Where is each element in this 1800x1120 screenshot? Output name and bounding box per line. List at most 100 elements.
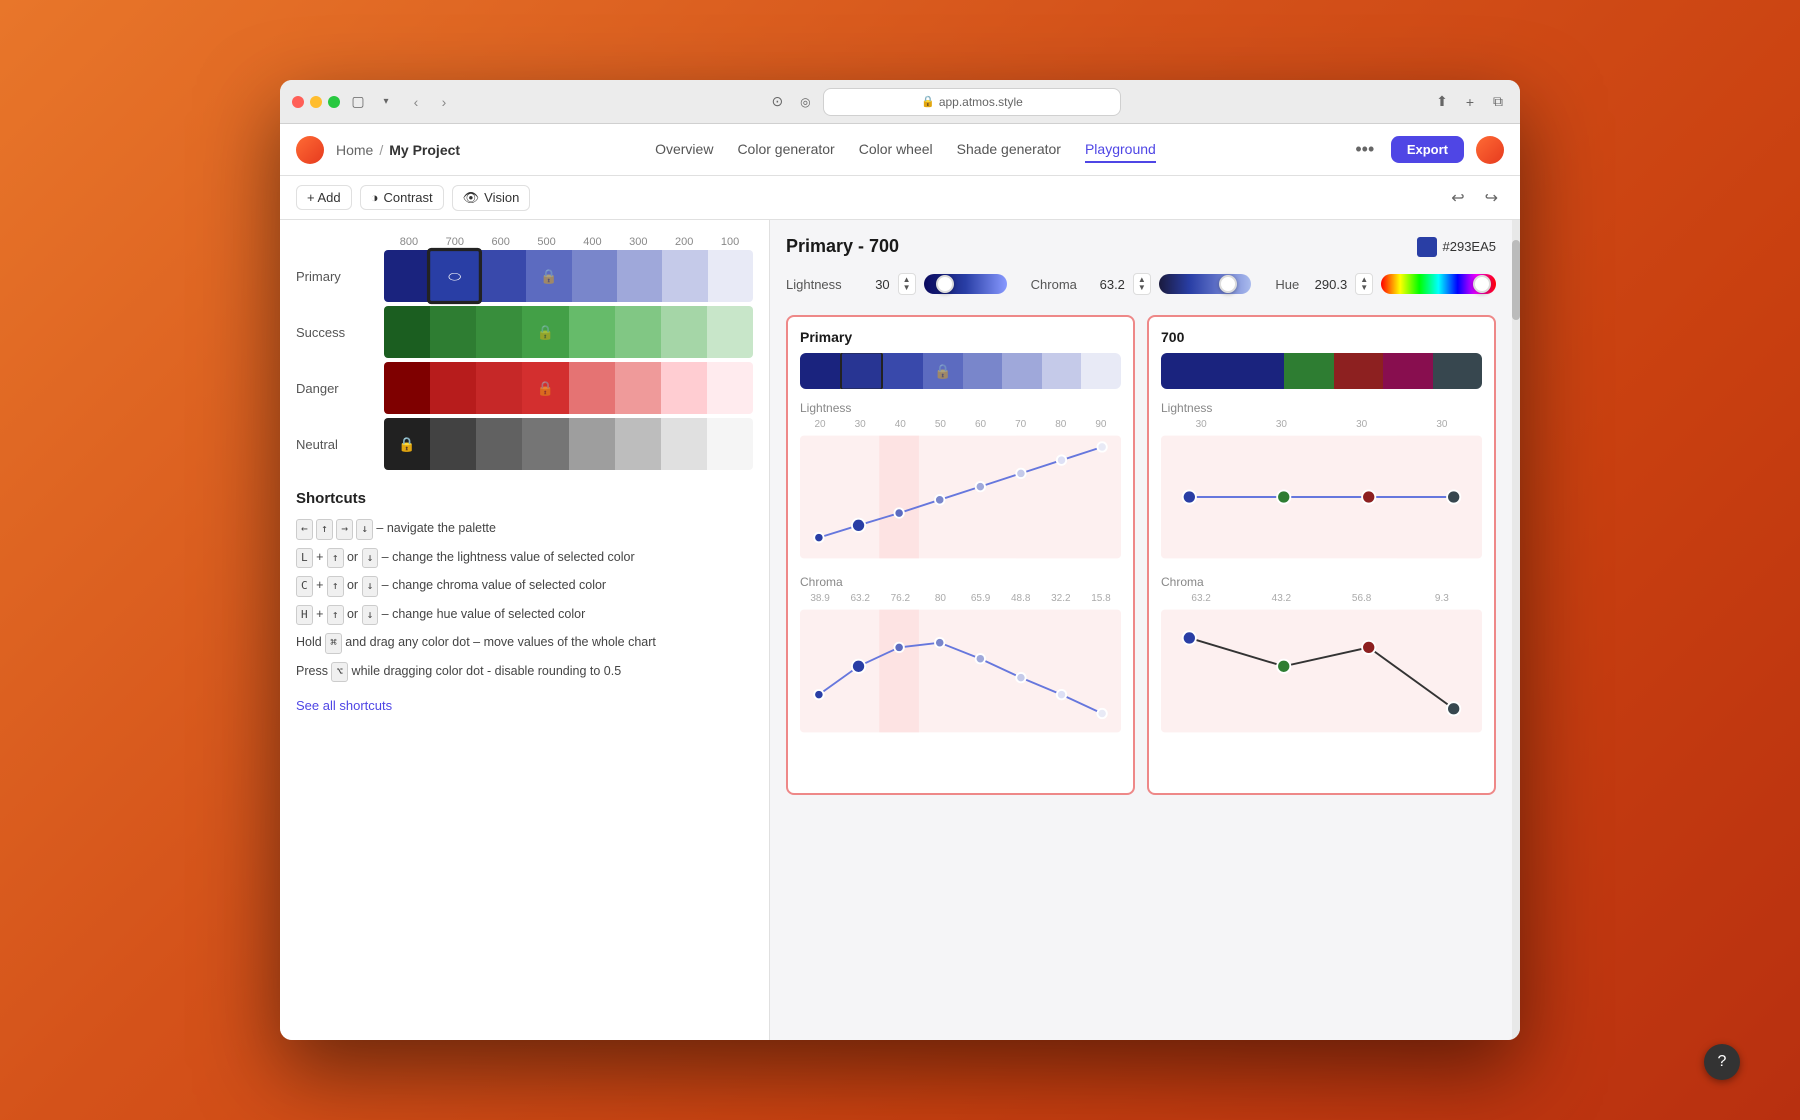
primary-100[interactable] bbox=[708, 250, 753, 302]
address-bar[interactable]: 🔒 app.atmos.style bbox=[823, 88, 1120, 116]
swatch-p2[interactable] bbox=[840, 353, 884, 389]
swatch-p7[interactable] bbox=[1042, 353, 1082, 389]
hue-down[interactable]: ▼ bbox=[1360, 284, 1368, 292]
back-button[interactable]: ‹ bbox=[404, 90, 428, 114]
windows-icon[interactable]: ⧉ bbox=[1488, 92, 1508, 112]
neutral-600[interactable] bbox=[476, 418, 522, 470]
hue-thumb[interactable] bbox=[1473, 275, 1491, 293]
swatch-700-5[interactable] bbox=[1433, 353, 1482, 389]
hue-spinner[interactable]: ▲ ▼ bbox=[1355, 273, 1373, 295]
lightness-chart-title: Lightness bbox=[800, 401, 1121, 415]
chart-title-primary: Primary bbox=[800, 329, 1121, 345]
swatch-p3[interactable] bbox=[883, 353, 923, 389]
danger-600[interactable] bbox=[476, 362, 522, 414]
lightness-spinner[interactable]: ▲ ▼ bbox=[898, 273, 916, 295]
neutral-800[interactable]: 🔒 bbox=[384, 418, 430, 470]
contrast-button[interactable]: ◑ Contrast bbox=[360, 185, 444, 210]
avatar[interactable] bbox=[1476, 136, 1504, 164]
tab-playground[interactable]: Playground bbox=[1085, 137, 1156, 163]
hue-slider[interactable] bbox=[1381, 274, 1496, 294]
nav-arrows: ‹ › bbox=[404, 90, 456, 114]
share-icon[interactable]: ⬆ bbox=[1432, 92, 1452, 112]
chroma-slider[interactable] bbox=[1159, 274, 1252, 294]
tab-color-wheel[interactable]: Color wheel bbox=[859, 137, 933, 163]
neutral-100[interactable] bbox=[707, 418, 753, 470]
chroma-spinner[interactable]: ▲ ▼ bbox=[1133, 273, 1151, 295]
primary-600[interactable] bbox=[481, 250, 526, 302]
danger-200[interactable] bbox=[661, 362, 707, 414]
chevron-down-icon[interactable]: ▾ bbox=[376, 92, 396, 112]
neutral-700[interactable] bbox=[430, 418, 476, 470]
scrollbar[interactable] bbox=[1512, 220, 1520, 1040]
chroma-down[interactable]: ▼ bbox=[1138, 284, 1146, 292]
vision-button[interactable]: 👁 Vision bbox=[452, 185, 531, 211]
neutral-300[interactable] bbox=[615, 418, 661, 470]
maximize-button[interactable] bbox=[328, 96, 340, 108]
scrollbar-thumb[interactable] bbox=[1512, 240, 1520, 320]
neutral-200[interactable] bbox=[661, 418, 707, 470]
palette-row-success: Success 🔒 bbox=[296, 306, 753, 358]
redo-button[interactable]: ↪ bbox=[1479, 184, 1504, 212]
success-400[interactable] bbox=[569, 306, 615, 358]
success-200[interactable] bbox=[661, 306, 707, 358]
swatch-700-2[interactable] bbox=[1284, 353, 1333, 389]
close-button[interactable] bbox=[292, 96, 304, 108]
danger-800[interactable] bbox=[384, 362, 430, 414]
hue-value: 290.3 bbox=[1307, 277, 1347, 292]
lightness-thumb[interactable] bbox=[936, 275, 954, 293]
charts-row: Primary 🔒 Lightness bbox=[786, 315, 1496, 795]
danger-500[interactable]: 🔒 bbox=[522, 362, 568, 414]
undo-button[interactable]: ↩ bbox=[1445, 184, 1470, 212]
primary-800[interactable] bbox=[384, 250, 429, 302]
minimize-button[interactable] bbox=[310, 96, 322, 108]
export-button[interactable]: Export bbox=[1391, 136, 1464, 163]
breadcrumb-project[interactable]: My Project bbox=[389, 142, 460, 158]
swatch-p4-lock[interactable]: 🔒 bbox=[923, 353, 963, 389]
primary-400[interactable] bbox=[572, 250, 617, 302]
swatch-p8[interactable] bbox=[1081, 353, 1121, 389]
chart-panel-primary: Primary 🔒 Lightness bbox=[786, 315, 1135, 795]
vision-icon: 👁 bbox=[463, 190, 480, 206]
see-all-shortcuts-link[interactable]: See all shortcuts bbox=[296, 698, 392, 713]
success-600[interactable] bbox=[476, 306, 522, 358]
app-header: Home / My Project Overview Color generat… bbox=[280, 124, 1520, 176]
hex-swatch bbox=[1417, 237, 1437, 257]
success-100[interactable] bbox=[707, 306, 753, 358]
danger-100[interactable] bbox=[707, 362, 753, 414]
success-700[interactable] bbox=[430, 306, 476, 358]
danger-400[interactable] bbox=[569, 362, 615, 414]
success-500[interactable]: 🔒 bbox=[522, 306, 568, 358]
lightness-chart-700-title: Lightness bbox=[1161, 401, 1482, 415]
tab-overview[interactable]: Overview bbox=[655, 137, 713, 163]
reader-icon[interactable]: ◎ bbox=[795, 92, 815, 112]
swatch-700-3[interactable] bbox=[1334, 353, 1383, 389]
forward-button[interactable]: › bbox=[432, 90, 456, 114]
swatch-700-1[interactable] bbox=[1161, 353, 1284, 389]
swatch-p1[interactable] bbox=[800, 353, 840, 389]
add-button[interactable]: + Add bbox=[296, 185, 352, 210]
swatch-p5[interactable] bbox=[963, 353, 1003, 389]
tab-shade-generator[interactable]: Shade generator bbox=[957, 137, 1061, 163]
primary-300[interactable] bbox=[617, 250, 662, 302]
danger-300[interactable] bbox=[615, 362, 661, 414]
more-button[interactable]: ••• bbox=[1351, 136, 1379, 164]
danger-700[interactable] bbox=[430, 362, 476, 414]
chroma-thumb[interactable] bbox=[1219, 275, 1237, 293]
neutral-500[interactable] bbox=[522, 418, 568, 470]
primary-700-selected[interactable]: ⬭ bbox=[427, 248, 482, 304]
new-tab-icon[interactable]: + bbox=[1460, 92, 1480, 112]
success-300[interactable] bbox=[615, 306, 661, 358]
tab-color-generator[interactable]: Color generator bbox=[737, 137, 834, 163]
lightness-down[interactable]: ▼ bbox=[903, 284, 911, 292]
row-label-danger: Danger bbox=[296, 381, 384, 396]
neutral-400[interactable] bbox=[569, 418, 615, 470]
swatch-p6[interactable] bbox=[1002, 353, 1042, 389]
swatch-700-4[interactable] bbox=[1383, 353, 1432, 389]
help-button[interactable]: ? bbox=[1704, 1044, 1740, 1080]
breadcrumb-home[interactable]: Home bbox=[336, 142, 373, 158]
sidebar-icon[interactable]: ▢ bbox=[348, 92, 368, 112]
primary-500[interactable]: 🔒 bbox=[526, 250, 571, 302]
primary-200[interactable] bbox=[662, 250, 707, 302]
lightness-slider[interactable] bbox=[924, 274, 1007, 294]
success-800[interactable] bbox=[384, 306, 430, 358]
